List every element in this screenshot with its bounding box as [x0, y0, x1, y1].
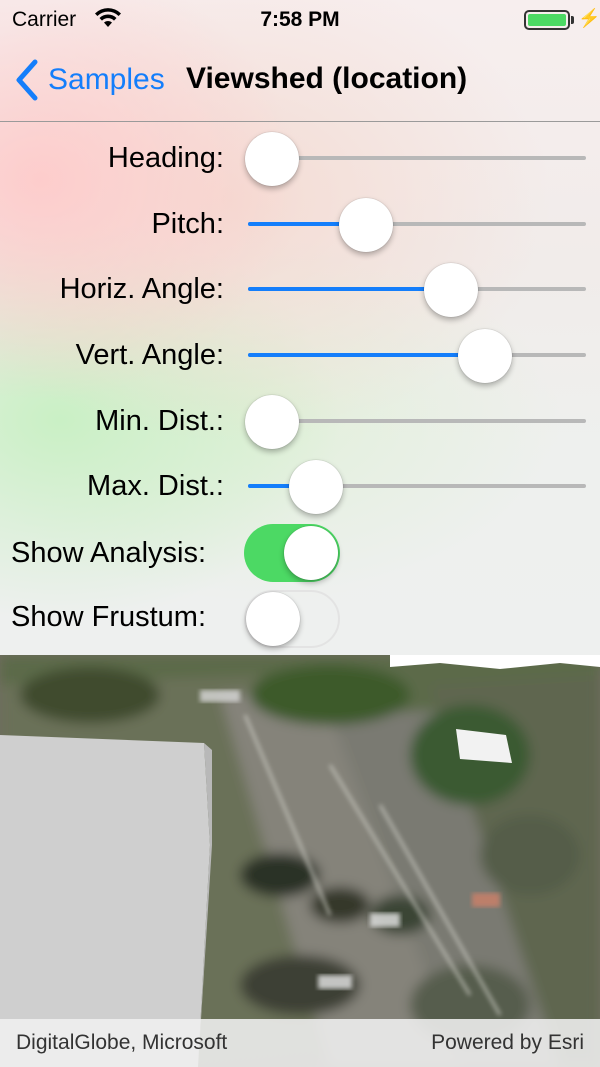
min-dist-label: Min. Dist.: — [95, 405, 224, 437]
charging-icon: ⚡ — [578, 8, 600, 28]
vert-angle-label: Vert. Angle: — [75, 339, 224, 371]
aerial-imagery — [0, 655, 600, 1067]
show-frustum-row: Show Frustum: — [0, 590, 600, 650]
vert-angle-slider[interactable] — [248, 325, 586, 385]
max-dist-row: Max. Dist.: — [0, 456, 600, 516]
slider-thumb[interactable] — [339, 198, 394, 252]
battery-tip — [571, 16, 574, 24]
navigation-bar: Samples Viewshed (location) — [0, 40, 600, 122]
clock: 7:58 PM — [260, 8, 340, 31]
scene-view[interactable] — [0, 655, 600, 1067]
attribution-text: DigitalGlobe, Microsoft — [16, 1031, 228, 1054]
vert-angle-row: Vert. Angle: — [0, 325, 600, 385]
slider-thumb[interactable] — [423, 263, 478, 317]
attribution-bar: DigitalGlobe, Microsoft Powered by Esri — [0, 1019, 600, 1067]
heading-slider[interactable] — [244, 128, 586, 188]
powered-by-esri: Powered by Esri — [431, 1031, 584, 1054]
switch-knob — [246, 592, 300, 646]
page-title: Viewshed (location) — [186, 62, 468, 95]
show-analysis-row: Show Analysis: — [0, 524, 600, 584]
battery-icon — [524, 10, 570, 30]
pitch-row: Pitch: — [0, 194, 600, 254]
switch-knob — [284, 526, 338, 580]
show-analysis-switch[interactable] — [244, 524, 340, 582]
heading-row: Heading: — [0, 128, 600, 188]
horiz-angle-slider[interactable] — [248, 259, 586, 319]
chevron-left-icon — [16, 59, 38, 101]
status-bar: Carrier 7:58 PM ⚡ — [0, 0, 600, 40]
show-frustum-label: Show Frustum: — [11, 601, 206, 633]
max-dist-label: Max. Dist.: — [87, 470, 224, 502]
slider-thumb[interactable] — [457, 329, 512, 383]
slider-thumb[interactable] — [288, 460, 343, 514]
min-dist-slider[interactable] — [244, 391, 586, 451]
min-dist-row: Min. Dist.: — [0, 391, 600, 451]
show-frustum-switch[interactable] — [244, 590, 340, 648]
back-button-label: Samples — [48, 63, 165, 96]
pitch-slider[interactable] — [248, 194, 586, 254]
slider-thumb[interactable] — [244, 132, 299, 186]
back-button[interactable]: Samples — [14, 58, 165, 102]
show-analysis-label: Show Analysis: — [11, 537, 207, 569]
max-dist-slider[interactable] — [248, 456, 586, 516]
slider-thumb[interactable] — [244, 395, 299, 449]
heading-label: Heading: — [107, 142, 224, 174]
horiz-angle-label: Horiz. Angle: — [59, 273, 224, 305]
pitch-label: Pitch: — [151, 208, 224, 240]
horiz-angle-row: Horiz. Angle: — [0, 259, 600, 319]
